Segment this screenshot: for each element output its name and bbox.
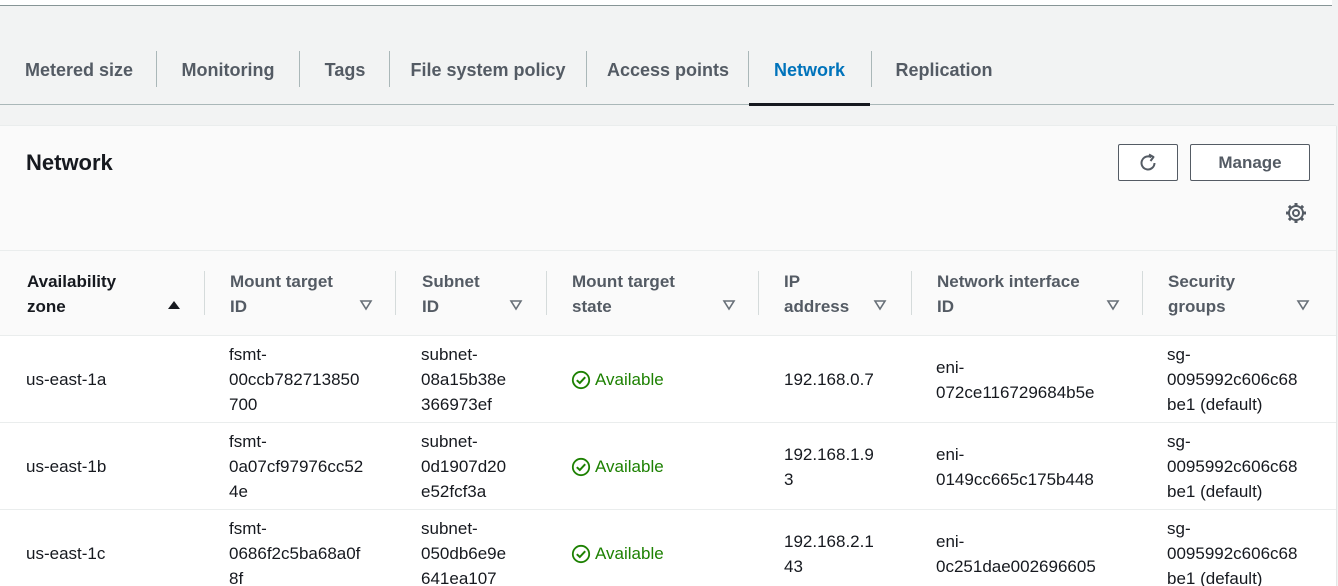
cell-availability-zone: us-east-1c	[26, 544, 106, 563]
cell-ip-address: 192.168.1.9 3	[784, 444, 874, 489]
caret-down-outline-icon[interactable]	[1106, 298, 1120, 312]
column-header-network-interface-id[interactable]: Network interface ID	[912, 251, 1142, 336]
tab-access-points[interactable]: Access points	[594, 35, 742, 105]
cell-availability-zone: us-east-1a	[26, 370, 107, 389]
tab-separator	[299, 51, 300, 87]
column-header-label: IP	[784, 272, 801, 291]
status-text: Available	[595, 544, 664, 563]
cell-ip-address: 192.168.2.1 43	[784, 531, 874, 576]
tab-separator	[871, 51, 872, 87]
cell-network-interface-id: eni- 0149cc665c175b448	[936, 444, 1094, 489]
column-header-security-groups[interactable]: Security groups	[1143, 251, 1323, 336]
cell-mount-target-id: fsmt- 00ccb782713850 700	[229, 345, 360, 414]
caret-down-outline-icon[interactable]	[1296, 298, 1310, 312]
check-circle-icon	[571, 457, 591, 476]
column-header-label: ID	[422, 297, 439, 316]
table-row: us-east-1a fsmt- 00ccb782713850 700 subnet…	[0, 336, 1336, 423]
tab-network[interactable]: Network	[749, 35, 870, 106]
tab-monitoring[interactable]: Monitoring	[164, 35, 292, 105]
caret-down-outline-icon[interactable]	[359, 298, 373, 312]
cell-mount-target-state: Available	[571, 423, 664, 510]
top-container-edge	[0, 0, 1332, 6]
column-header-label: ID	[937, 297, 954, 316]
column-header-label: ID	[230, 297, 247, 316]
refresh-icon	[1140, 153, 1156, 170]
caret-up-filled-icon[interactable]	[167, 298, 181, 312]
tab-tags[interactable]: Tags	[306, 35, 384, 105]
column-header-label: Mount target	[572, 272, 675, 291]
manage-button[interactable]: Manage	[1190, 144, 1310, 181]
gear-icon[interactable]	[1284, 201, 1308, 225]
column-header-label: Network interface	[937, 272, 1080, 291]
cell-ip-address: 192.168.0.7	[784, 370, 874, 389]
column-header-mount-target-id[interactable]: Mount target ID	[205, 251, 395, 336]
check-circle-icon	[571, 544, 591, 563]
tab-separator	[156, 51, 157, 87]
column-header-label: groups	[1168, 297, 1226, 316]
cell-availability-zone: us-east-1b	[26, 457, 107, 476]
column-header-mount-target-state[interactable]: Mount target state	[547, 251, 758, 336]
tab-separator	[389, 51, 390, 87]
panel-title: Network	[26, 150, 113, 175]
check-circle-icon	[571, 370, 591, 389]
cell-mount-target-id: fsmt- 0a07cf97976cc52 4e	[229, 432, 364, 501]
tab-replication[interactable]: Replication	[880, 35, 1008, 105]
cell-mount-target-state: Available	[571, 336, 664, 423]
cell-network-interface-id: eni- 072ce116729684b5e	[936, 357, 1095, 402]
cell-mount-target-state: Available	[571, 510, 664, 586]
column-header-label: Security	[1168, 272, 1236, 291]
tab-bar: Metered size Monitoring Tags File system…	[0, 35, 1334, 106]
column-header-label: zone	[27, 297, 66, 316]
cell-security-groups: sg- 0095992c606c68 be1 (default)	[1167, 432, 1298, 501]
caret-down-outline-icon[interactable]	[509, 298, 523, 312]
caret-down-outline-icon[interactable]	[722, 298, 736, 312]
tab-file-system-policy[interactable]: File system policy	[396, 35, 580, 105]
cell-network-interface-id: eni- 0c251dae002696605	[936, 531, 1096, 576]
status-text: Available	[595, 457, 664, 476]
table-row: us-east-1b fsmt- 0a07cf97976cc52 4e subnet…	[0, 423, 1336, 510]
cell-mount-target-id: fsmt- 0686f2c5ba68a0f 8f	[229, 519, 361, 586]
column-header-subnet-id[interactable]: Subnet ID	[396, 251, 546, 336]
status-text: Available	[595, 370, 664, 389]
column-header-label: state	[572, 297, 612, 316]
cell-subnet-id: subnet- 0d1907d20 e52fcf3a	[421, 432, 507, 501]
table-row: us-east-1c fsmt- 0686f2c5ba68a0f 8f subnet…	[0, 510, 1336, 586]
cell-subnet-id: subnet- 050db6e9e 641ea107	[421, 519, 507, 586]
column-header-label: Mount target	[230, 272, 333, 291]
column-header-availability-zone[interactable]: Availability zone	[0, 251, 204, 336]
caret-down-outline-icon[interactable]	[873, 298, 887, 312]
panel-header: Network Manage	[0, 126, 1336, 251]
cell-subnet-id: subnet- 08a15b38e 366973ef	[421, 345, 507, 414]
refresh-button[interactable]	[1118, 144, 1178, 181]
column-header-label: Availability	[27, 272, 117, 291]
network-panel: Network Manage Availability zone Mount t…	[0, 125, 1336, 586]
column-header-label: Subnet	[422, 272, 480, 291]
tab-metered-size[interactable]: Metered size	[10, 35, 148, 105]
table-header: Availability zone Mount target ID Subnet…	[0, 251, 1336, 336]
cell-security-groups: sg- 0095992c606c68 be1 (default)	[1167, 519, 1298, 586]
column-header-label: address	[784, 297, 850, 316]
cell-security-groups: sg- 0095992c606c68 be1 (default)	[1167, 345, 1298, 414]
tab-separator	[586, 51, 587, 87]
column-header-ip-address[interactable]: IP address	[759, 251, 911, 336]
